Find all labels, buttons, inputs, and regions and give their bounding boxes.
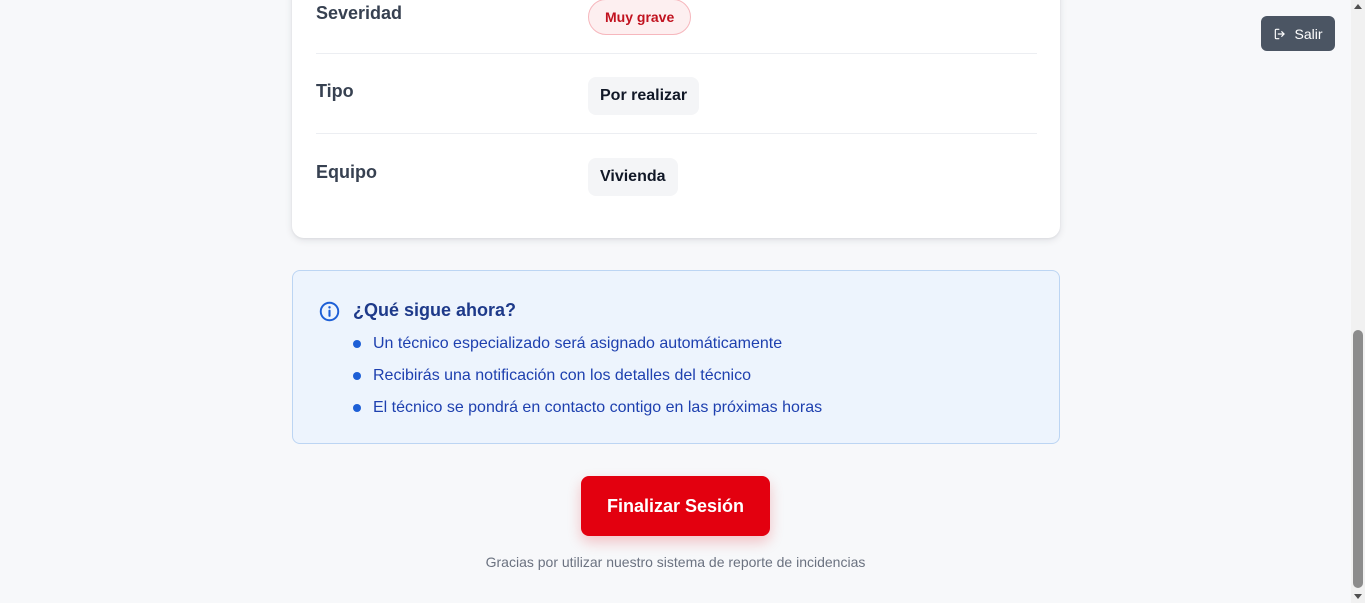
list-item-text: Un técnico especializado será asignado a…	[373, 335, 783, 352]
bullet-icon	[353, 372, 361, 380]
list-item: Recibirás una notificación con los detal…	[353, 365, 822, 397]
detail-row-severity: Severidad Muy grave	[316, 0, 1037, 54]
next-steps-box: ¿Qué sigue ahora? Un técnico especializa…	[292, 270, 1060, 444]
list-item: Un técnico especializado será asignado a…	[353, 333, 822, 365]
bullet-icon	[353, 404, 361, 412]
severity-label: Severidad	[316, 3, 403, 23]
detail-row-type: Tipo Por realizar	[316, 53, 1037, 134]
type-value: Por realizar	[588, 77, 700, 115]
info-circle-icon	[319, 301, 340, 322]
scroll-up-arrow-icon[interactable]	[1354, 4, 1362, 9]
footer-thanks-text: Gracias por utilizar nuestro sistema de …	[485, 554, 866, 570]
list-item: El técnico se pondrá en contacto contigo…	[353, 397, 822, 429]
severity-badge: Muy grave	[588, 0, 692, 35]
logout-button[interactable]: Salir	[1261, 16, 1335, 51]
type-label: Tipo	[316, 81, 354, 101]
list-item-text: Recibirás una notificación con los detal…	[373, 367, 751, 384]
list-item-text: El técnico se pondrá en contacto contigo…	[373, 399, 823, 416]
bullet-icon	[353, 340, 361, 348]
finish-session-button[interactable]: Finalizar Sesión	[581, 476, 770, 536]
next-steps-list: Un técnico especializado será asignado a…	[353, 333, 822, 429]
vertical-scrollbar[interactable]	[1351, 0, 1365, 603]
next-steps-title: ¿Qué sigue ahora?	[353, 300, 517, 320]
scroll-down-arrow-icon[interactable]	[1354, 594, 1362, 599]
scrollbar-thumb[interactable]	[1353, 330, 1363, 588]
logout-label: Salir	[1294, 25, 1323, 42]
equipment-value: Vivienda	[588, 158, 678, 196]
logout-icon	[1275, 28, 1286, 39]
detail-row-equipment: Equipo Vivienda	[316, 134, 1037, 214]
page-viewport: Severidad Muy grave Tipo Por realizar Eq…	[0, 0, 1365, 603]
equipment-label: Equipo	[316, 162, 377, 182]
incident-details-card: Severidad Muy grave Tipo Por realizar Eq…	[292, 0, 1060, 238]
